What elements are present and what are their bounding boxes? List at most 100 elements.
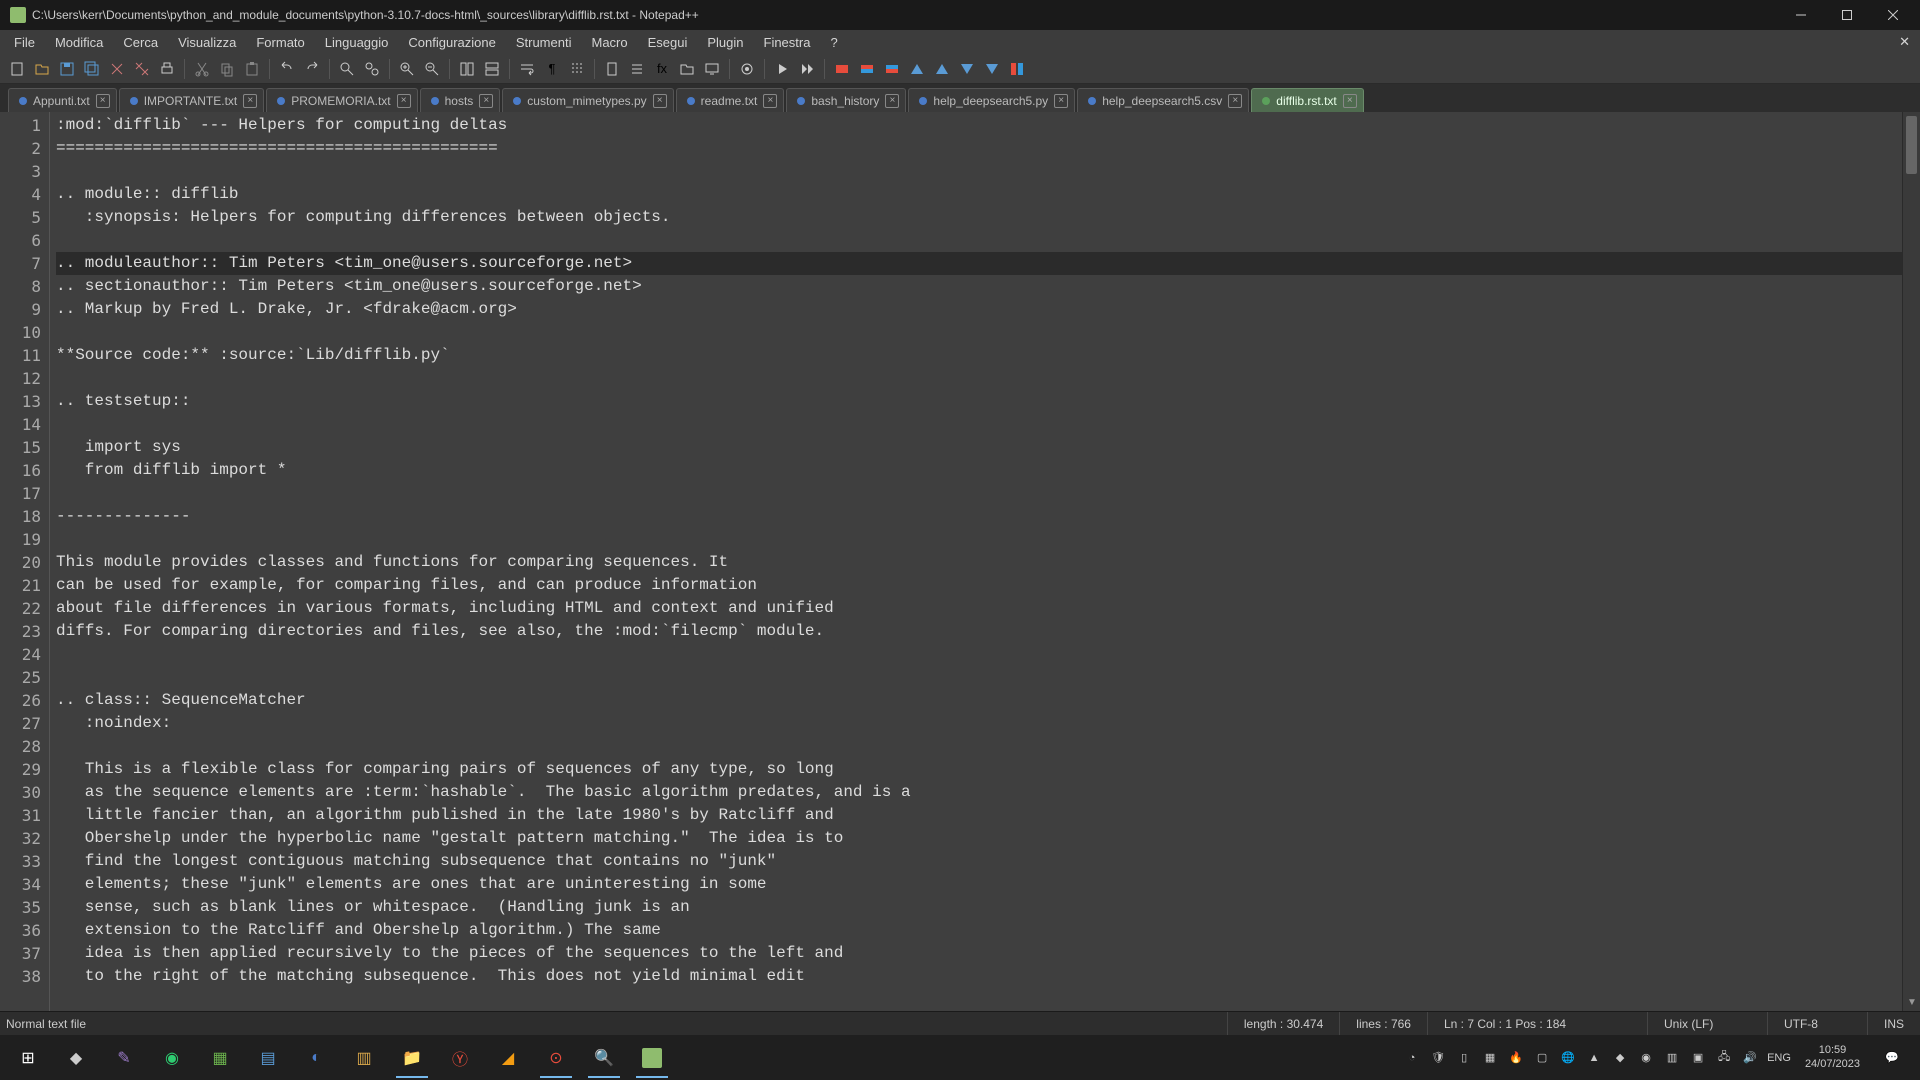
tray-icon-12[interactable]: ▣ <box>1689 1049 1707 1067</box>
code-line[interactable] <box>56 666 1902 689</box>
find-icon[interactable] <box>336 58 358 80</box>
tray-clock[interactable]: 10:59 24/07/2023 <box>1799 1044 1866 1070</box>
tray-icon-3[interactable]: ▯ <box>1455 1049 1473 1067</box>
code-line[interactable]: to the right of the matching subsequence… <box>56 965 1902 988</box>
sync-h-icon[interactable] <box>481 58 503 80</box>
wordwrap-icon[interactable] <box>516 58 538 80</box>
code-line[interactable] <box>56 160 1902 183</box>
play-multi-icon[interactable] <box>796 58 818 80</box>
menu-strumenti[interactable]: Strumenti <box>506 32 582 53</box>
code-line[interactable]: idea is then applied recursively to the … <box>56 942 1902 965</box>
copy-icon[interactable] <box>216 58 238 80</box>
start-button[interactable]: ⊞ <box>4 1038 52 1078</box>
tray-language[interactable]: ENG <box>1767 1052 1791 1064</box>
code-line[interactable]: .. moduleauthor:: Tim Peters <tim_one@us… <box>56 252 1902 275</box>
menu-finestra[interactable]: Finestra <box>754 32 821 53</box>
zoom-out-icon[interactable] <box>421 58 443 80</box>
code-line[interactable]: Obershelp under the hyperbolic name "ges… <box>56 827 1902 850</box>
code-line[interactable]: little fancier than, an algorithm publis… <box>56 804 1902 827</box>
taskbar-app-9[interactable]: Ⓨ <box>436 1038 484 1078</box>
taskbar-app-7[interactable]: ▥ <box>340 1038 388 1078</box>
menu-linguaggio[interactable]: Linguaggio <box>315 32 399 53</box>
tab-close-icon[interactable]: × <box>1228 94 1242 108</box>
vertical-scrollbar[interactable]: ▲ ▼ <box>1902 112 1920 1011</box>
new-file-icon[interactable] <box>6 58 28 80</box>
tab-close-icon[interactable]: × <box>96 94 110 108</box>
taskbar-explorer[interactable]: 📁 <box>388 1038 436 1078</box>
menu-help[interactable]: ? <box>820 32 847 53</box>
taskbar-app-2[interactable]: ✎ <box>100 1038 148 1078</box>
taskbar-app-12[interactable]: 🔍 <box>580 1038 628 1078</box>
tab-help-deepsearch5-py[interactable]: help_deepsearch5.py× <box>908 88 1075 112</box>
close-file-icon[interactable] <box>106 58 128 80</box>
code-line[interactable]: :synopsis: Helpers for computing differe… <box>56 206 1902 229</box>
tab-difflib-rst-txt[interactable]: difflib.rst.txt× <box>1251 88 1363 112</box>
close-button[interactable] <box>1870 0 1916 30</box>
code-line[interactable]: This is a flexible class for comparing p… <box>56 758 1902 781</box>
tray-icon-1[interactable]: ◔ <box>1403 1049 1421 1067</box>
marker1-icon[interactable] <box>831 58 853 80</box>
replace-icon[interactable] <box>361 58 383 80</box>
tab-bash-history[interactable]: bash_history× <box>786 88 906 112</box>
record-macro-icon[interactable] <box>736 58 758 80</box>
tab-close-icon[interactable]: × <box>653 94 667 108</box>
code-line[interactable]: This module provides classes and functio… <box>56 551 1902 574</box>
minimize-button[interactable] <box>1778 0 1824 30</box>
marker4-icon[interactable] <box>906 58 928 80</box>
marker5-icon[interactable] <box>931 58 953 80</box>
tab-close-icon[interactable]: × <box>243 94 257 108</box>
code-line[interactable] <box>56 321 1902 344</box>
code-line[interactable]: .. sectionauthor:: Tim Peters <tim_one@u… <box>56 275 1902 298</box>
taskbar-app-4[interactable]: ▦ <box>196 1038 244 1078</box>
undo-icon[interactable] <box>276 58 298 80</box>
menu-file[interactable]: File <box>4 32 45 53</box>
indent-guide-icon[interactable] <box>566 58 588 80</box>
tray-icon-4[interactable]: ▦ <box>1481 1049 1499 1067</box>
code-line[interactable] <box>56 229 1902 252</box>
menu-plugin[interactable]: Plugin <box>697 32 753 53</box>
play-macro-icon[interactable] <box>771 58 793 80</box>
tab-close-icon[interactable]: × <box>763 94 777 108</box>
tab-hosts[interactable]: hosts× <box>420 88 501 112</box>
code-line[interactable]: can be used for example, for comparing f… <box>56 574 1902 597</box>
marker2-icon[interactable] <box>856 58 878 80</box>
tab-close-icon[interactable]: × <box>397 94 411 108</box>
tray-volume-icon[interactable]: 🔊 <box>1741 1049 1759 1067</box>
code-line[interactable] <box>56 528 1902 551</box>
taskbar-app-5[interactable]: ▤ <box>244 1038 292 1078</box>
tray-notifications-icon[interactable]: 💬 <box>1874 1038 1910 1078</box>
tab-close-icon[interactable]: × <box>1343 94 1357 108</box>
menu-visualizza[interactable]: Visualizza <box>168 32 246 53</box>
save-all-icon[interactable] <box>81 58 103 80</box>
tray-icon-10[interactable]: ◉ <box>1637 1049 1655 1067</box>
code-line[interactable]: elements; these "junk" elements are ones… <box>56 873 1902 896</box>
menu-macro[interactable]: Macro <box>581 32 637 53</box>
code-line[interactable]: .. testsetup:: <box>56 390 1902 413</box>
code-line[interactable] <box>56 643 1902 666</box>
code-line[interactable]: from difflib import * <box>56 459 1902 482</box>
code-line[interactable]: .. module:: difflib <box>56 183 1902 206</box>
menu-formato[interactable]: Formato <box>246 32 314 53</box>
menu-configurazione[interactable]: Configurazione <box>398 32 505 53</box>
tray-icon-9[interactable]: ◆ <box>1611 1049 1629 1067</box>
tab-close-icon[interactable]: × <box>479 94 493 108</box>
doc-list-icon[interactable] <box>626 58 648 80</box>
tray-icon-8[interactable]: ▲ <box>1585 1049 1603 1067</box>
taskbar-app-6[interactable]: ◐ <box>292 1038 340 1078</box>
func-list-icon[interactable]: fx <box>651 58 673 80</box>
tab-appunti-txt[interactable]: Appunti.txt× <box>8 88 117 112</box>
tab-help-deepsearch5-csv[interactable]: help_deepsearch5.csv× <box>1077 88 1249 112</box>
save-icon[interactable] <box>56 58 78 80</box>
code-line[interactable]: :mod:`difflib` --- Helpers for computing… <box>56 114 1902 137</box>
cut-icon[interactable] <box>191 58 213 80</box>
taskbar-notepadpp[interactable] <box>628 1038 676 1078</box>
code-line[interactable] <box>56 482 1902 505</box>
tab-close-icon[interactable]: × <box>885 94 899 108</box>
tab-promemoria-txt[interactable]: PROMEMORIA.txt× <box>266 88 417 112</box>
code-line[interactable]: extension to the Ratcliff and Obershelp … <box>56 919 1902 942</box>
tab-close-icon[interactable]: × <box>1054 94 1068 108</box>
taskbar-app-3[interactable]: ◉ <box>148 1038 196 1078</box>
code-line[interactable] <box>56 735 1902 758</box>
code-line[interactable] <box>56 367 1902 390</box>
menu-cerca[interactable]: Cerca <box>113 32 168 53</box>
